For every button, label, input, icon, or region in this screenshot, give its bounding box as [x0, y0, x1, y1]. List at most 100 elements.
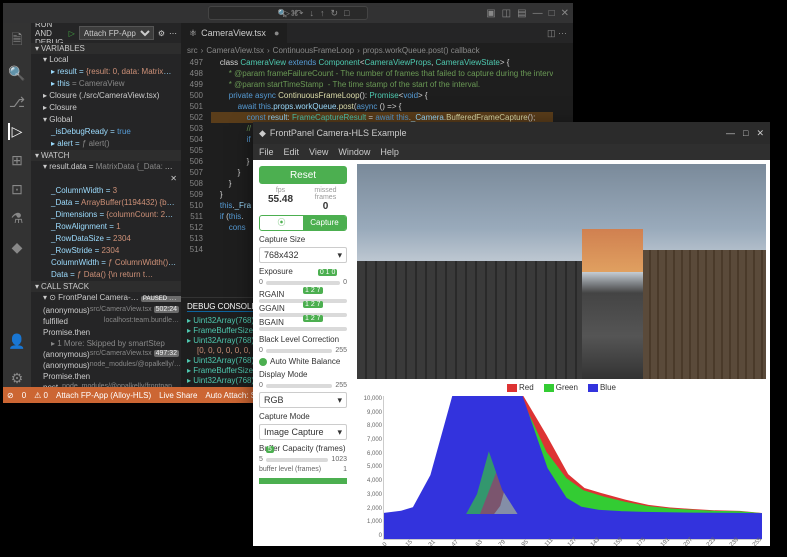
- variables-header[interactable]: VARIABLES: [31, 43, 181, 54]
- step-out-icon[interactable]: ↑: [320, 8, 325, 19]
- menu-view[interactable]: View: [309, 147, 328, 157]
- stop-icon[interactable]: □: [344, 8, 349, 19]
- var-row[interactable]: _isDebugReady = true: [31, 126, 181, 138]
- cmode-label: Capture Mode: [259, 412, 347, 421]
- callstack-frame[interactable]: (anonymous)node_modules/@opalkelly/…: [31, 360, 181, 371]
- scope-closure[interactable]: ▸ Closure (./src/CameraView.tsx): [31, 90, 181, 102]
- continue-icon[interactable]: ▷: [283, 8, 290, 19]
- fp-menubar: File Edit View Window Help: [253, 144, 770, 160]
- missed-label: missed frames: [304, 187, 347, 201]
- split-icon[interactable]: ◫ ⋯: [547, 28, 567, 39]
- dmode-select[interactable]: RGB: [259, 392, 347, 408]
- scope-local[interactable]: ▾ Local: [31, 54, 181, 66]
- more-icon[interactable]: ⋯: [169, 29, 177, 38]
- maximize-icon[interactable]: □: [549, 8, 555, 19]
- editor-tab[interactable]: ⚛ CameraView.tsx ●: [181, 23, 287, 43]
- callstack-frame[interactable]: Promise.then: [31, 327, 181, 338]
- watch-row[interactable]: ▾ result.data = MatrixData {_Data: A… ✕: [31, 161, 181, 185]
- step-into-icon[interactable]: ↓: [309, 8, 314, 19]
- extensions-icon[interactable]: ⊞: [11, 152, 23, 169]
- settings-icon[interactable]: ⚙: [11, 370, 24, 387]
- callstack-frame[interactable]: Promise.then: [31, 371, 181, 382]
- menu-help[interactable]: Help: [380, 147, 399, 157]
- dmode-slider[interactable]: [266, 384, 332, 388]
- callstack-frame[interactable]: ▸ 1 More: Skipped by smartStep: [31, 338, 181, 349]
- continuous-option[interactable]: ⦿ Continuous: [260, 216, 303, 230]
- minimize-icon[interactable]: —: [533, 8, 543, 19]
- account-icon[interactable]: 👤: [8, 333, 25, 350]
- gear-icon[interactable]: ⚙: [158, 29, 165, 38]
- watch-row[interactable]: ColumnWidth = ƒ ColumnWidth() {\n …: [31, 257, 181, 269]
- watch-row[interactable]: _RowDataSize = 2304: [31, 233, 181, 245]
- capture-option[interactable]: Capture: [303, 216, 346, 230]
- sidebar-icon[interactable]: ▤: [517, 8, 526, 19]
- scope-closure[interactable]: ▸ Closure: [31, 102, 181, 114]
- fps-label: fps: [259, 187, 302, 194]
- watch-row[interactable]: _Dimensions = {columnCount: 2304, row…: [31, 209, 181, 221]
- test-icon[interactable]: ⚗: [11, 210, 24, 227]
- bgain-slider[interactable]: 1 2 7: [259, 327, 347, 331]
- panel-icon[interactable]: ◫: [502, 8, 511, 19]
- close-icon[interactable]: ✕: [756, 128, 764, 139]
- status-item[interactable]: ⚠ 0: [34, 391, 48, 400]
- callstack-frame[interactable]: (anonymous)src/CameraView.tsx 502:24: [31, 305, 181, 316]
- remote-icon[interactable]: ⊡: [11, 181, 23, 198]
- cmode-select[interactable]: Image Capture: [259, 424, 347, 440]
- status-item[interactable]: 0: [22, 391, 26, 400]
- maximize-icon[interactable]: □: [743, 128, 748, 139]
- buffer-meter: [259, 478, 347, 484]
- callstack-frame[interactable]: (anonymous)src/CameraView.tsx 497:32: [31, 349, 181, 360]
- blc-label: Black Level Correction: [259, 335, 347, 344]
- menu-window[interactable]: Window: [338, 147, 370, 157]
- menu-edit[interactable]: Edit: [284, 147, 300, 157]
- debug-sidebar: RUN AND DEBUG ▷ Attach FP-App ⚙ ⋯ VARIAB…: [31, 23, 181, 387]
- search-icon[interactable]: 🔍: [8, 65, 25, 82]
- callstack-header[interactable]: CALL STACK: [31, 281, 181, 292]
- watch-row[interactable]: Data = ƒ Data() {\n return t…: [31, 269, 181, 281]
- breadcrumbs[interactable]: src›CameraView.tsx›ContinuousFrameLoop›p…: [181, 43, 573, 57]
- exposure-slider[interactable]: 0 1 0: [266, 281, 340, 285]
- layout-icon[interactable]: ▣: [486, 8, 495, 19]
- control-panel: Reset fps55.48 missed frames0 ⦿ Continuo…: [253, 160, 353, 546]
- blc-slider[interactable]: [266, 349, 332, 353]
- start-icon[interactable]: ▷: [69, 29, 75, 38]
- callstack-frame[interactable]: fulfilledlocalhost:team.bundle…: [31, 316, 181, 327]
- watch-row[interactable]: _ColumnWidth = 3: [31, 185, 181, 197]
- var-row[interactable]: ▸ this = CameraView: [31, 78, 181, 90]
- watch-row[interactable]: _Data = ArrayBuffer(1194432) {byteL…: [31, 197, 181, 209]
- debug-console-tab[interactable]: DEBUG CONSOLE: [187, 302, 257, 312]
- var-row[interactable]: ▸ alert = ƒ alert(): [31, 138, 181, 150]
- misc-icon[interactable]: ◆: [12, 239, 23, 256]
- react-icon: ⚛: [189, 28, 197, 39]
- awb-checkbox[interactable]: Auto White Balance: [259, 357, 347, 366]
- scope-global[interactable]: ▾ Global: [31, 114, 181, 126]
- status-item[interactable]: ⊘: [7, 391, 14, 400]
- thread-row[interactable]: ▾ ⊙ FrontPanel Camera-… PAUSED ON BREAKP…: [31, 292, 181, 305]
- buflvl-label: buffer level (frames): [259, 466, 321, 473]
- restart-icon[interactable]: ↻: [330, 8, 338, 19]
- buf-slider[interactable]: 5: [266, 458, 329, 462]
- close-icon[interactable]: ✕: [561, 8, 569, 19]
- fp-titlebar: ◆ FrontPanel Camera-HLS Example — □ ✕: [253, 122, 770, 144]
- reset-button[interactable]: Reset: [259, 166, 347, 184]
- minimize-icon[interactable]: —: [726, 128, 735, 139]
- watch-header[interactable]: WATCH: [31, 150, 181, 161]
- explorer-icon[interactable]: 🗎: [11, 29, 22, 53]
- config-select[interactable]: Attach FP-App: [79, 26, 154, 40]
- legend-red: Red: [507, 383, 534, 392]
- app-icon: ◆: [259, 128, 266, 139]
- step-over-icon[interactable]: ↷: [296, 8, 304, 19]
- scm-icon[interactable]: ⎇: [9, 94, 25, 111]
- capsize-select[interactable]: 768x432: [259, 247, 347, 263]
- debug-icon[interactable]: ▷: [8, 123, 23, 140]
- dirty-icon: ●: [274, 28, 279, 38]
- legend-green: Green: [544, 383, 578, 392]
- watch-row[interactable]: _RowStride = 2304: [31, 245, 181, 257]
- mode-toggle[interactable]: ⦿ Continuous Capture: [259, 215, 347, 231]
- var-row[interactable]: ▸ result = {result: 0, data: MatrixData}: [31, 66, 181, 78]
- watch-row[interactable]: _RowAlignment = 1: [31, 221, 181, 233]
- histogram-legend: RedGreenBlue: [357, 383, 766, 392]
- status-item[interactable]: Attach FP-App (Alloy-HLS): [56, 391, 151, 400]
- menu-file[interactable]: File: [259, 147, 274, 157]
- status-item[interactable]: Live Share: [159, 391, 197, 400]
